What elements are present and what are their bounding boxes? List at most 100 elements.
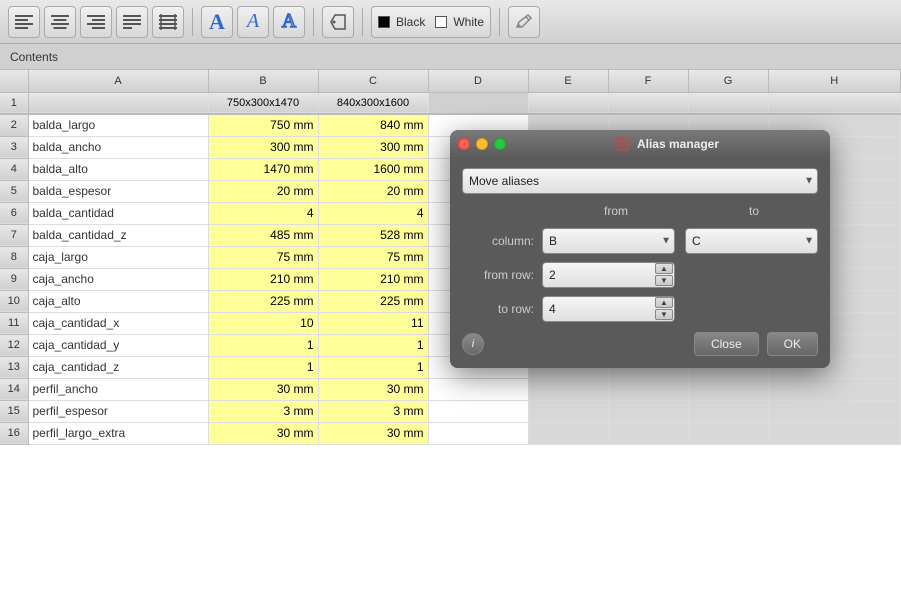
row-9-b[interactable]: 210 mm: [208, 268, 318, 290]
row-5-c[interactable]: 20 mm: [318, 180, 428, 202]
align-justify-button[interactable]: [116, 6, 148, 38]
dialog-close-button[interactable]: [458, 138, 470, 150]
row-2-a[interactable]: balda_largo: [28, 114, 208, 136]
row-14-num[interactable]: 14: [0, 378, 28, 400]
row-13-num[interactable]: 13: [0, 356, 28, 378]
align-left-button[interactable]: [8, 6, 40, 38]
row-10-a[interactable]: caja_alto: [28, 290, 208, 312]
row-14-e[interactable]: [528, 378, 608, 400]
row-9-a[interactable]: caja_ancho: [28, 268, 208, 290]
row-15-h[interactable]: [768, 400, 901, 422]
row-3-a[interactable]: balda_ancho: [28, 136, 208, 158]
row-6-a[interactable]: balda_cantidad: [28, 202, 208, 224]
row-12-a[interactable]: caja_cantidad_y: [28, 334, 208, 356]
row-16-d[interactable]: [428, 422, 528, 444]
row-5-num[interactable]: 5: [0, 180, 28, 202]
to-row-up-button[interactable]: ▲: [655, 297, 673, 308]
row-10-b[interactable]: 225 mm: [208, 290, 318, 312]
row-11-num[interactable]: 11: [0, 312, 28, 334]
row-14-a[interactable]: perfil_ancho: [28, 378, 208, 400]
row-15-b[interactable]: 3 mm: [208, 400, 318, 422]
row-15-g[interactable]: [688, 400, 768, 422]
row-16-e[interactable]: [528, 422, 608, 444]
row-6-c[interactable]: 4: [318, 202, 428, 224]
row-1-b[interactable]: 750x300x1470: [208, 92, 318, 114]
row-1-c[interactable]: 840x300x1600: [318, 92, 428, 114]
align-distributed-button[interactable]: [152, 6, 184, 38]
row-16-a[interactable]: perfil_largo_extra: [28, 422, 208, 444]
row-7-num[interactable]: 7: [0, 224, 28, 246]
row-6-b[interactable]: 4: [208, 202, 318, 224]
row-9-num[interactable]: 9: [0, 268, 28, 290]
col-from-dropdown[interactable]: B ACDE: [542, 228, 675, 254]
row-13-c[interactable]: 1: [318, 356, 428, 378]
row-5-a[interactable]: balda_espesor: [28, 180, 208, 202]
pencil-button[interactable]: [508, 6, 540, 38]
row-1-a[interactable]: [28, 92, 208, 114]
row-4-b[interactable]: 1470 mm: [208, 158, 318, 180]
align-right-button[interactable]: [80, 6, 112, 38]
row-12-num[interactable]: 12: [0, 334, 28, 356]
row-13-b[interactable]: 1: [208, 356, 318, 378]
row-7-a[interactable]: balda_cantidad_z: [28, 224, 208, 246]
row-3-b[interactable]: 300 mm: [208, 136, 318, 158]
row-14-g[interactable]: [688, 378, 768, 400]
row-5-b[interactable]: 20 mm: [208, 180, 318, 202]
row-11-c[interactable]: 11: [318, 312, 428, 334]
row-16-b[interactable]: 30 mm: [208, 422, 318, 444]
row-3-c[interactable]: 300 mm: [318, 136, 428, 158]
black-checkbox[interactable]: [378, 16, 390, 28]
row-12-c[interactable]: 1: [318, 334, 428, 356]
row-13-a[interactable]: caja_cantidad_z: [28, 356, 208, 378]
row-9-c[interactable]: 210 mm: [318, 268, 428, 290]
row-14-c[interactable]: 30 mm: [318, 378, 428, 400]
row-15-c[interactable]: 3 mm: [318, 400, 428, 422]
dialog-maximize-button[interactable]: [494, 138, 506, 150]
row-2-c[interactable]: 840 mm: [318, 114, 428, 136]
row-2-num[interactable]: 2: [0, 114, 28, 136]
row-11-a[interactable]: caja_cantidad_x: [28, 312, 208, 334]
row-14-f[interactable]: [608, 378, 688, 400]
row-8-b[interactable]: 75 mm: [208, 246, 318, 268]
to-row-down-button[interactable]: ▼: [655, 309, 673, 320]
white-checkbox[interactable]: [435, 16, 447, 28]
tag-button[interactable]: [322, 6, 354, 38]
action-dropdown[interactable]: Move aliases Copy aliases Delete aliases: [462, 168, 818, 194]
dialog-minimize-button[interactable]: [476, 138, 488, 150]
row-10-num[interactable]: 10: [0, 290, 28, 312]
row-1-e[interactable]: [528, 92, 608, 114]
close-button[interactable]: Close: [694, 332, 759, 356]
align-center-button[interactable]: [44, 6, 76, 38]
font-a-italic-button[interactable]: A: [237, 6, 269, 38]
row-16-h[interactable]: [768, 422, 901, 444]
row-8-num[interactable]: 8: [0, 246, 28, 268]
row-15-num[interactable]: 15: [0, 400, 28, 422]
row-16-num[interactable]: 16: [0, 422, 28, 444]
row-15-e[interactable]: [528, 400, 608, 422]
row-15-f[interactable]: [608, 400, 688, 422]
row-16-g[interactable]: [688, 422, 768, 444]
row-14-b[interactable]: 30 mm: [208, 378, 318, 400]
row-4-c[interactable]: 1600 mm: [318, 158, 428, 180]
row-7-b[interactable]: 485 mm: [208, 224, 318, 246]
row-11-b[interactable]: 10: [208, 312, 318, 334]
ok-button[interactable]: OK: [767, 332, 818, 356]
info-button[interactable]: i: [462, 333, 484, 355]
from-row-up-button[interactable]: ▲: [655, 263, 673, 274]
row-6-num[interactable]: 6: [0, 202, 28, 224]
row-16-c[interactable]: 30 mm: [318, 422, 428, 444]
row-12-b[interactable]: 1: [208, 334, 318, 356]
row-1-d[interactable]: [428, 92, 528, 114]
row-14-h[interactable]: [768, 378, 901, 400]
row-2-b[interactable]: 750 mm: [208, 114, 318, 136]
font-a-bold-button[interactable]: A: [201, 6, 233, 38]
row-3-num[interactable]: 3: [0, 136, 28, 158]
from-row-down-button[interactable]: ▼: [655, 275, 673, 286]
row-8-a[interactable]: caja_largo: [28, 246, 208, 268]
col-to-dropdown[interactable]: C ABDE: [685, 228, 818, 254]
row-15-a[interactable]: perfil_espesor: [28, 400, 208, 422]
row-16-f[interactable]: [608, 422, 688, 444]
row-4-num[interactable]: 4: [0, 158, 28, 180]
row-7-c[interactable]: 528 mm: [318, 224, 428, 246]
row-1-g[interactable]: [688, 92, 768, 114]
